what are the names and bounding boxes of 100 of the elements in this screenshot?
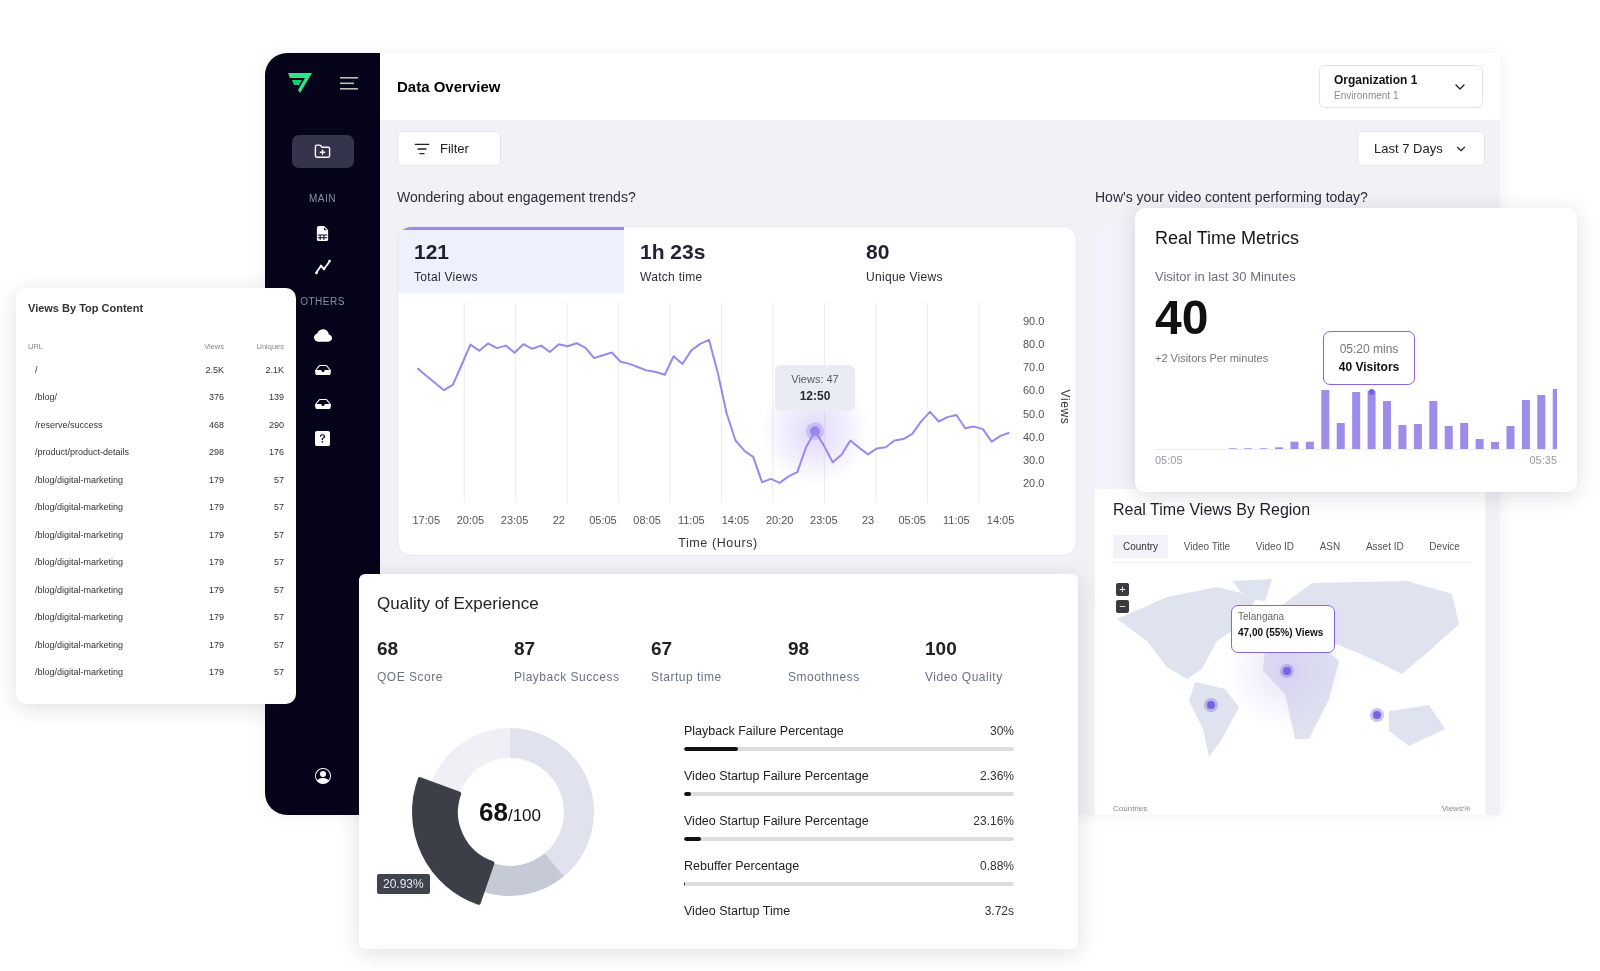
region-tab[interactable]: Device [1419,535,1470,558]
tooltip-label: Views: 47 [791,373,839,386]
score-value: 68/100 [479,796,541,828]
slice-label: 20.93% [377,874,430,894]
tick-label: 05:05 [898,514,926,526]
bar [1429,401,1438,449]
table-cell-text: 57 [273,502,284,513]
table-cell-text: 179 [207,584,224,595]
tick-label: 23 [861,514,875,526]
metric-value: 68 [377,638,399,660]
column-header: Views% [1441,804,1470,813]
user-icon[interactable] [314,768,331,784]
table-cell-text: 2.5K [204,364,224,375]
table-cell-text: 298 [207,447,224,458]
organization-dropdown[interactable]: Organization 1 Environment 1 [1319,65,1483,108]
zoom-out-button[interactable]: − [1116,600,1129,613]
table-cell-text: 179 [207,529,224,540]
axis-title: Views [1058,389,1072,425]
table-cell-text: /blog/digital-marketing [34,502,125,513]
tick-label: 50.0 [1023,407,1045,420]
table-cell-text: 176 [267,447,284,458]
stat-label: Total Views [414,270,478,284]
bar [1460,423,1469,449]
metric-label: Video Quality [925,670,1003,684]
tick-label: 08:05 [633,514,661,526]
tick-label: 20:05 [456,514,485,526]
inbox-icon[interactable] [314,396,331,412]
axis-label: 05:35 [1529,454,1557,466]
region-tab[interactable]: ASN [1309,535,1351,558]
visitor-count: 40 [1155,290,1210,346]
tick-label: 70.0 [1023,361,1045,374]
stat-value: 1h 23s [640,240,706,264]
metric-label: Smoothness [788,670,860,684]
axis-label: 05:05 [1155,454,1183,466]
bar [1537,395,1546,449]
page-title: Data Overview [397,78,501,95]
table-cell-text: 179 [207,667,224,678]
tick-label: 11:05 [677,514,705,526]
region-tab[interactable]: Video ID [1245,535,1305,558]
metric-label: Video Startup Failure Percentage [684,814,869,828]
data-point-marker [1368,389,1375,395]
bar [1552,389,1557,449]
table-cell-text: /blog/digital-marketing [34,667,125,678]
location-marker [1280,664,1294,678]
tick-label: 40.0 [1023,430,1045,443]
zoom-in-button[interactable]: + [1116,583,1129,596]
folder-plus-icon [314,143,331,160]
table-cell-text: 179 [207,474,224,485]
cloud-icon[interactable] [313,327,332,345]
table-cell-text: /blog/digital-marketing [34,612,125,623]
new-folder-button[interactable] [291,135,354,168]
bar [1321,390,1330,449]
bar [1383,401,1391,449]
bar [1290,441,1299,449]
metric-label: Startup time [651,670,722,684]
stat-label: Unique Views [866,270,943,284]
table-cell-text: 179 [207,502,224,513]
menu-icon[interactable] [339,76,358,90]
card-title: Quality of Experience [377,594,540,614]
help-icon[interactable] [315,430,330,446]
tick-label: 20:20 [765,514,794,526]
document-icon[interactable] [315,225,330,241]
table-cell-text: /reserve/success [34,419,104,430]
bar [1367,391,1376,449]
visitor-rate: +2 Visitors Per minutes [1155,352,1270,364]
bar [1475,439,1484,449]
region-tab[interactable]: Asset ID [1355,535,1414,558]
tick-label: 05:05 [589,514,617,526]
stat-tab[interactable]: 121 Total Views [398,227,624,293]
metric-caption: Visitor in last 30 Minutes [1155,269,1297,284]
region-tab[interactable]: Country [1113,535,1168,558]
table-cell-text: 57 [273,639,284,650]
table-cell-text: 57 [273,612,284,623]
bar [1413,424,1422,449]
region-tab[interactable]: Video Title [1173,535,1241,558]
filter-button[interactable]: Filter [397,131,501,166]
table-cell-text: 57 [273,667,284,678]
date-range-dropdown[interactable]: Last 7 Days [1357,131,1485,166]
location-marker [1204,698,1218,712]
column-header: Countries [1113,804,1148,813]
table-cell-text: /blog/digital-marketing [34,557,125,568]
table-cell-text: /blog/digital-marketing [34,474,125,485]
metric-value: 100 [925,638,957,660]
metric-label: Playback Failure Percentage [684,724,844,738]
data-point-marker [806,422,824,441]
metric-reading: 30% [989,724,1014,738]
bar [1336,423,1345,449]
inbox-icon[interactable] [314,362,331,378]
section-label: MAIN [309,193,336,204]
bar [1352,392,1361,449]
metric-value: 87 [514,638,536,660]
line-chart-icon[interactable] [314,259,331,275]
section-label: OTHERS [300,296,345,307]
bar [1491,442,1500,449]
axis-title: Time (Hours) [678,536,758,550]
table-cell-text: 179 [207,557,224,568]
stat-label: Watch time [640,270,703,284]
environment-name: Environment 1 [1334,89,1400,101]
tooltip-label: 05:20 mins [1339,342,1399,356]
stat-value: 80 [866,240,890,264]
